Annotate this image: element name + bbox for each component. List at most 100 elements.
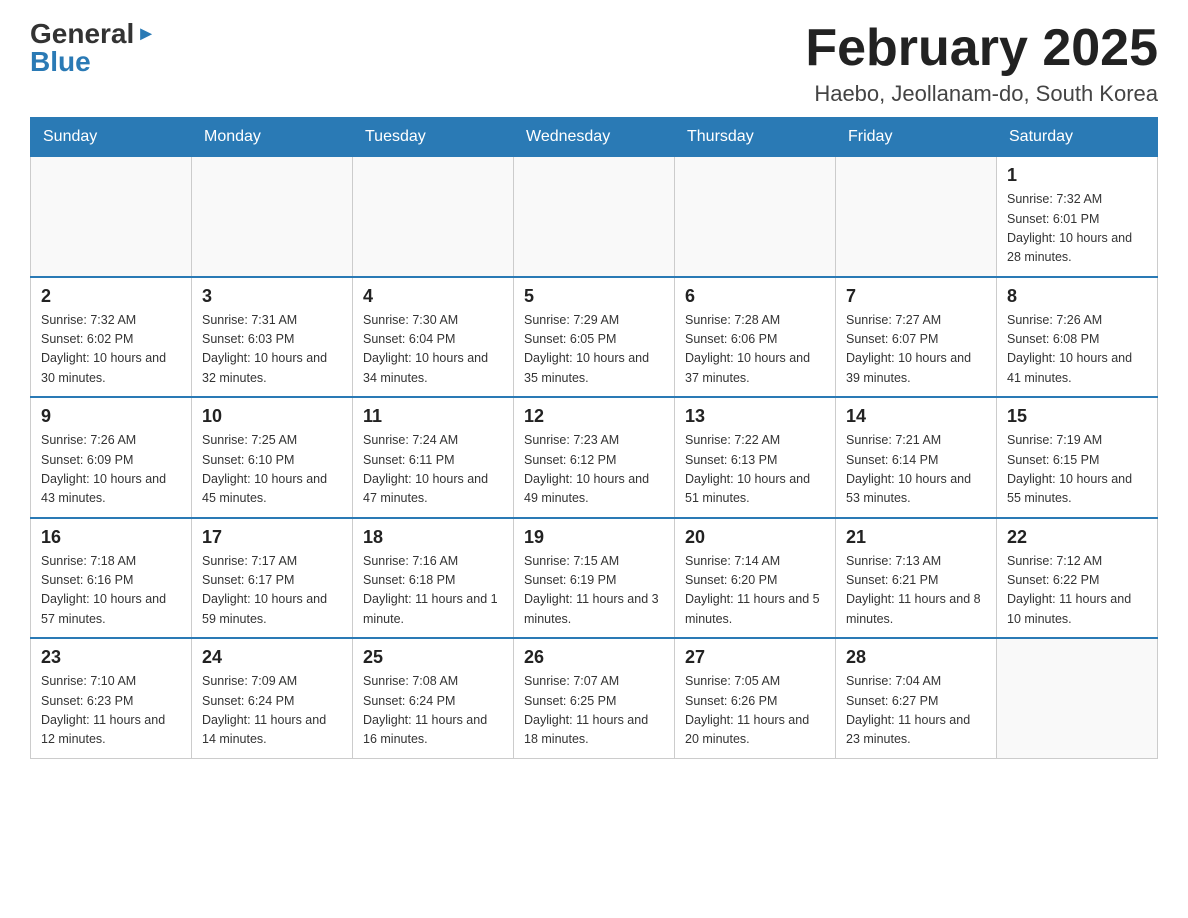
day-info: Sunrise: 7:12 AMSunset: 6:22 PMDaylight:…	[1007, 552, 1147, 630]
table-row: 22 Sunrise: 7:12 AMSunset: 6:22 PMDayligh…	[997, 518, 1158, 639]
day-info: Sunrise: 7:18 AMSunset: 6:16 PMDaylight:…	[41, 552, 181, 630]
day-info: Sunrise: 7:21 AMSunset: 6:14 PMDaylight:…	[846, 431, 986, 509]
day-info: Sunrise: 7:32 AMSunset: 6:01 PMDaylight:…	[1007, 190, 1147, 268]
day-number: 26	[524, 647, 664, 668]
header-saturday: Saturday	[997, 118, 1158, 157]
table-row: 12 Sunrise: 7:23 AMSunset: 6:12 PMDayligh…	[514, 397, 675, 518]
day-number: 17	[202, 527, 342, 548]
table-row: 28Sunrise: 7:04 AMSunset: 6:27 PMDayligh…	[836, 638, 997, 758]
table-row: 4 Sunrise: 7:30 AMSunset: 6:04 PMDaylight…	[353, 277, 514, 398]
table-row: 27 Sunrise: 7:05 AMSunset: 6:26 PMDayligh…	[675, 638, 836, 758]
location-subtitle: Haebo, Jeollanam-do, South Korea	[805, 81, 1158, 107]
table-row	[353, 157, 514, 277]
day-number: 4	[363, 286, 503, 307]
day-info: Sunrise: 7:07 AMSunset: 6:25 PMDaylight:…	[524, 672, 664, 750]
header-friday: Friday	[836, 118, 997, 157]
day-number: 5	[524, 286, 664, 307]
day-info: Sunrise: 7:26 AMSunset: 6:08 PMDaylight:…	[1007, 311, 1147, 389]
day-info: Sunrise: 7:28 AMSunset: 6:06 PMDaylight:…	[685, 311, 825, 389]
day-number: 20	[685, 527, 825, 548]
day-info: Sunrise: 7:22 AMSunset: 6:13 PMDaylight:…	[685, 431, 825, 509]
day-number: 1	[1007, 165, 1147, 186]
table-row: 9 Sunrise: 7:26 AMSunset: 6:09 PMDaylight…	[31, 397, 192, 518]
title-section: February 2025 Haebo, Jeollanam-do, South…	[805, 20, 1158, 107]
calendar-week-row: 9 Sunrise: 7:26 AMSunset: 6:09 PMDaylight…	[31, 397, 1158, 518]
table-row: 3 Sunrise: 7:31 AMSunset: 6:03 PMDaylight…	[192, 277, 353, 398]
table-row: 20 Sunrise: 7:14 AMSunset: 6:20 PMDayligh…	[675, 518, 836, 639]
table-row: 1 Sunrise: 7:32 AMSunset: 6:01 PMDaylight…	[997, 157, 1158, 277]
day-number: 10	[202, 406, 342, 427]
day-number: 14	[846, 406, 986, 427]
table-row: 5 Sunrise: 7:29 AMSunset: 6:05 PMDaylight…	[514, 277, 675, 398]
table-row: 25Sunrise: 7:08 AMSunset: 6:24 PMDayligh…	[353, 638, 514, 758]
table-row	[31, 157, 192, 277]
day-info: Sunrise: 7:08 AMSunset: 6:24 PMDaylight:…	[363, 672, 503, 750]
day-info: Sunrise: 7:05 AMSunset: 6:26 PMDaylight:…	[685, 672, 825, 750]
day-info: Sunrise: 7:23 AMSunset: 6:12 PMDaylight:…	[524, 431, 664, 509]
header-wednesday: Wednesday	[514, 118, 675, 157]
calendar-week-row: 16 Sunrise: 7:18 AMSunset: 6:16 PMDayligh…	[31, 518, 1158, 639]
day-number: 12	[524, 406, 664, 427]
day-info: Sunrise: 7:29 AMSunset: 6:05 PMDaylight:…	[524, 311, 664, 389]
day-info: Sunrise: 7:32 AMSunset: 6:02 PMDaylight:…	[41, 311, 181, 389]
day-number: 8	[1007, 286, 1147, 307]
day-info: Sunrise: 7:19 AMSunset: 6:15 PMDaylight:…	[1007, 431, 1147, 509]
day-info: Sunrise: 7:14 AMSunset: 6:20 PMDaylight:…	[685, 552, 825, 630]
month-title: February 2025	[805, 20, 1158, 77]
table-row: 10 Sunrise: 7:25 AMSunset: 6:10 PMDayligh…	[192, 397, 353, 518]
day-number: 27	[685, 647, 825, 668]
day-info: Sunrise: 7:26 AMSunset: 6:09 PMDaylight:…	[41, 431, 181, 509]
calendar-header-row: Sunday Monday Tuesday Wednesday Thursday…	[31, 118, 1158, 157]
logo-blue-text: Blue	[30, 46, 91, 78]
day-info: Sunrise: 7:17 AMSunset: 6:17 PMDaylight:…	[202, 552, 342, 630]
day-number: 9	[41, 406, 181, 427]
day-number: 23	[41, 647, 181, 668]
table-row: 6 Sunrise: 7:28 AMSunset: 6:06 PMDaylight…	[675, 277, 836, 398]
day-number: 16	[41, 527, 181, 548]
day-info: Sunrise: 7:31 AMSunset: 6:03 PMDaylight:…	[202, 311, 342, 389]
day-number: 7	[846, 286, 986, 307]
day-info: Sunrise: 7:25 AMSunset: 6:10 PMDaylight:…	[202, 431, 342, 509]
table-row: 8 Sunrise: 7:26 AMSunset: 6:08 PMDaylight…	[997, 277, 1158, 398]
table-row	[836, 157, 997, 277]
day-number: 13	[685, 406, 825, 427]
table-row: 17 Sunrise: 7:17 AMSunset: 6:17 PMDayligh…	[192, 518, 353, 639]
day-number: 11	[363, 406, 503, 427]
day-info: Sunrise: 7:10 AMSunset: 6:23 PMDaylight:…	[41, 672, 181, 750]
header-thursday: Thursday	[675, 118, 836, 157]
table-row: 24 Sunrise: 7:09 AMSunset: 6:24 PMDayligh…	[192, 638, 353, 758]
logo-arrow-icon: ►	[136, 24, 156, 44]
table-row: 14 Sunrise: 7:21 AMSunset: 6:14 PMDayligh…	[836, 397, 997, 518]
day-number: 21	[846, 527, 986, 548]
table-row: 23 Sunrise: 7:10 AMSunset: 6:23 PMDayligh…	[31, 638, 192, 758]
table-row: 16 Sunrise: 7:18 AMSunset: 6:16 PMDayligh…	[31, 518, 192, 639]
table-row	[514, 157, 675, 277]
table-row: 2Sunrise: 7:32 AMSunset: 6:02 PMDaylight…	[31, 277, 192, 398]
day-number: 24	[202, 647, 342, 668]
calendar-week-row: 2Sunrise: 7:32 AMSunset: 6:02 PMDaylight…	[31, 277, 1158, 398]
table-row: 7Sunrise: 7:27 AMSunset: 6:07 PMDaylight…	[836, 277, 997, 398]
header-monday: Monday	[192, 118, 353, 157]
table-row: 18Sunrise: 7:16 AMSunset: 6:18 PMDayligh…	[353, 518, 514, 639]
table-row: 13 Sunrise: 7:22 AMSunset: 6:13 PMDayligh…	[675, 397, 836, 518]
calendar-week-row: 23 Sunrise: 7:10 AMSunset: 6:23 PMDayligh…	[31, 638, 1158, 758]
day-info: Sunrise: 7:16 AMSunset: 6:18 PMDaylight:…	[363, 552, 503, 630]
table-row	[997, 638, 1158, 758]
table-row: 11 Sunrise: 7:24 AMSunset: 6:11 PMDayligh…	[353, 397, 514, 518]
day-number: 19	[524, 527, 664, 548]
table-row: 15 Sunrise: 7:19 AMSunset: 6:15 PMDayligh…	[997, 397, 1158, 518]
logo-general-text: General	[30, 20, 134, 48]
day-info: Sunrise: 7:24 AMSunset: 6:11 PMDaylight:…	[363, 431, 503, 509]
table-row	[192, 157, 353, 277]
day-info: Sunrise: 7:13 AMSunset: 6:21 PMDaylight:…	[846, 552, 986, 630]
table-row	[675, 157, 836, 277]
day-info: Sunrise: 7:09 AMSunset: 6:24 PMDaylight:…	[202, 672, 342, 750]
day-number: 15	[1007, 406, 1147, 427]
header-sunday: Sunday	[31, 118, 192, 157]
header-tuesday: Tuesday	[353, 118, 514, 157]
day-number: 6	[685, 286, 825, 307]
table-row: 21 Sunrise: 7:13 AMSunset: 6:21 PMDayligh…	[836, 518, 997, 639]
day-number: 3	[202, 286, 342, 307]
day-number: 22	[1007, 527, 1147, 548]
day-info: Sunrise: 7:30 AMSunset: 6:04 PMDaylight:…	[363, 311, 503, 389]
